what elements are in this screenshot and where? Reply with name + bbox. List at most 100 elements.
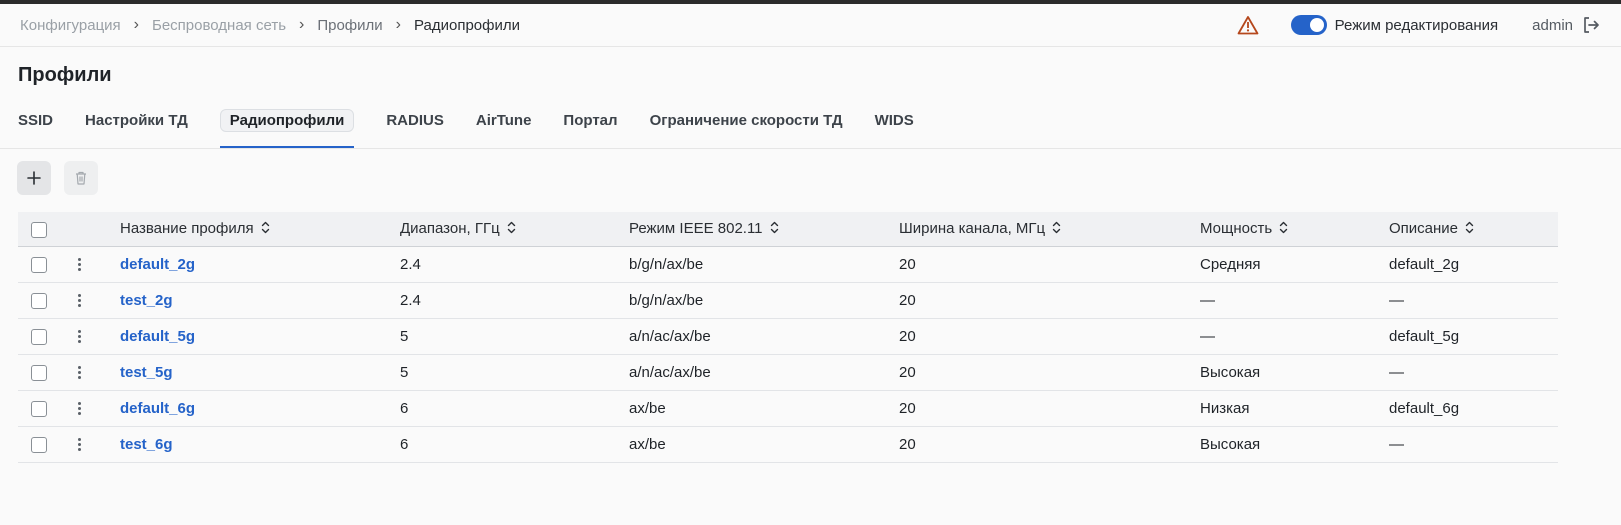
cell-power: Высокая bbox=[1200, 354, 1389, 391]
row-checkbox[interactable] bbox=[31, 401, 47, 418]
plus-icon bbox=[27, 171, 41, 185]
cell-band: 2.4 bbox=[400, 246, 629, 283]
sort-icon[interactable] bbox=[507, 221, 516, 238]
tab-portal[interactable]: Портал bbox=[563, 104, 617, 148]
column-header-label: Ширина канала, МГц bbox=[899, 220, 1046, 238]
row-checkbox-cell bbox=[18, 246, 74, 283]
sort-icon[interactable] bbox=[1279, 221, 1288, 238]
row-checkbox[interactable] bbox=[31, 365, 47, 382]
row-checkbox[interactable] bbox=[31, 437, 47, 454]
column-header-label: Описание bbox=[1389, 220, 1459, 238]
breadcrumb-item-profiles[interactable]: Профили bbox=[317, 17, 382, 34]
cell-mode: a/n/ac/ax/be bbox=[629, 354, 899, 391]
cell-width: 20 bbox=[899, 354, 1200, 391]
row-checkbox-cell bbox=[18, 282, 74, 319]
row-checkbox[interactable] bbox=[31, 329, 47, 346]
kebab-menu-icon[interactable] bbox=[78, 292, 81, 309]
cell-mode: ax/be bbox=[629, 390, 899, 427]
kebab-menu-icon[interactable] bbox=[78, 400, 81, 417]
cell-description: default_2g bbox=[1389, 246, 1558, 283]
profile-name-link[interactable]: default_6g bbox=[120, 400, 195, 417]
tab-wids[interactable]: WIDS bbox=[875, 104, 914, 148]
sort-icon[interactable] bbox=[261, 221, 270, 238]
cell-power: — bbox=[1200, 282, 1389, 319]
tab-label: AirTune bbox=[475, 112, 532, 129]
page-title: Профили bbox=[18, 64, 112, 86]
table-row[interactable]: default_5g 5 a/n/ac/ax/be 20 — default_5… bbox=[18, 318, 1558, 355]
cell-description: default_6g bbox=[1389, 390, 1558, 427]
row-actions-cell bbox=[74, 282, 120, 319]
add-button[interactable] bbox=[17, 161, 51, 195]
tab-radius[interactable]: RADIUS bbox=[386, 104, 444, 148]
breadcrumb-item-wireless[interactable]: Беспроводная сеть bbox=[152, 17, 286, 34]
sort-icon[interactable] bbox=[1465, 221, 1474, 238]
cell-description: — bbox=[1389, 426, 1558, 463]
table-row[interactable]: default_6g 6 ax/be 20 Низкая default_6g bbox=[18, 390, 1558, 427]
row-checkbox-cell bbox=[18, 354, 74, 391]
chevron-right-icon: › bbox=[133, 16, 139, 33]
kebab-menu-icon[interactable] bbox=[78, 436, 81, 453]
tab-ssid[interactable]: SSID bbox=[18, 104, 53, 148]
cell-name: test_2g bbox=[120, 282, 400, 319]
row-checkbox[interactable] bbox=[31, 257, 47, 274]
column-header-description[interactable]: Описание bbox=[1389, 212, 1558, 247]
tabs-divider bbox=[0, 148, 1621, 149]
select-all-checkbox[interactable] bbox=[31, 221, 47, 238]
table-row[interactable]: test_6g 6 ax/be 20 Высокая — bbox=[18, 426, 1558, 463]
tab-label: Ограничение скорости ТД bbox=[649, 112, 843, 129]
profile-name-link[interactable]: test_6g bbox=[120, 436, 173, 453]
cell-power: — bbox=[1200, 318, 1389, 355]
tab-label: Настройки ТД bbox=[85, 112, 188, 129]
profile-name-link[interactable]: default_5g bbox=[120, 328, 195, 345]
row-actions-cell bbox=[74, 318, 120, 355]
delete-button[interactable] bbox=[64, 161, 98, 195]
column-header-name[interactable]: Название профиля bbox=[120, 212, 400, 247]
column-header-mode[interactable]: Режим IEEE 802.11 bbox=[629, 212, 899, 247]
breadcrumb-item-current: Радиопрофили bbox=[414, 16, 520, 34]
row-checkbox[interactable] bbox=[31, 293, 47, 310]
breadcrumb-item-configuration[interactable]: Конфигурация bbox=[20, 17, 121, 34]
tab-radio-profiles[interactable]: Радиопрофили bbox=[219, 104, 355, 148]
sort-icon[interactable] bbox=[770, 221, 779, 238]
cell-mode: a/n/ac/ax/be bbox=[629, 318, 899, 355]
cell-mode: ax/be bbox=[629, 426, 899, 463]
row-actions-cell bbox=[74, 426, 120, 463]
row-actions-cell bbox=[74, 390, 120, 427]
table-row[interactable]: test_2g 2.4 b/g/n/ax/be 20 — — bbox=[18, 282, 1558, 319]
table-header-row: Название профиля Диапазон, ГГц Режим IEE… bbox=[18, 212, 1558, 247]
breadcrumb: Конфигурация › Беспроводная сеть › Профи… bbox=[20, 4, 520, 46]
user-name: admin bbox=[1532, 16, 1573, 34]
profile-name-link[interactable]: test_2g bbox=[120, 292, 173, 309]
kebab-menu-icon[interactable] bbox=[78, 328, 81, 345]
column-header-label: Диапазон, ГГц bbox=[400, 220, 500, 238]
warning-icon[interactable] bbox=[1237, 14, 1259, 36]
sort-icon[interactable] bbox=[1052, 221, 1061, 238]
tab-ap-rate-limit[interactable]: Ограничение скорости ТД bbox=[650, 104, 843, 148]
cell-band: 2.4 bbox=[400, 282, 629, 319]
tab-airtune[interactable]: AirTune bbox=[476, 104, 532, 148]
row-actions-cell bbox=[74, 354, 120, 391]
edit-mode-label: Режим редактирования bbox=[1334, 16, 1499, 34]
cell-width: 20 bbox=[899, 282, 1200, 319]
table-row[interactable]: default_2g 2.4 b/g/n/ax/be 20 Средняя de… bbox=[18, 246, 1558, 283]
kebab-menu-icon[interactable] bbox=[78, 364, 81, 381]
column-header-width[interactable]: Ширина канала, МГц bbox=[899, 212, 1200, 247]
column-header-power[interactable]: Мощность bbox=[1200, 212, 1389, 247]
cell-width: 20 bbox=[899, 390, 1200, 427]
cell-description: — bbox=[1389, 282, 1558, 319]
kebab-menu-icon[interactable] bbox=[78, 256, 81, 273]
cell-width: 20 bbox=[899, 246, 1200, 283]
tab-ap-settings[interactable]: Настройки ТД bbox=[85, 104, 188, 148]
logout-icon[interactable] bbox=[1581, 14, 1603, 36]
table-toolbar bbox=[17, 161, 111, 195]
edit-mode-toggle[interactable] bbox=[1290, 15, 1327, 35]
table-row[interactable]: test_5g 5 a/n/ac/ax/be 20 Высокая — bbox=[18, 354, 1558, 391]
cell-power: Средняя bbox=[1200, 246, 1389, 283]
profile-name-link[interactable]: default_2g bbox=[120, 256, 195, 273]
tab-label: Портал bbox=[563, 112, 618, 129]
chevron-right-icon: › bbox=[299, 16, 305, 33]
header-checkbox-cell bbox=[18, 212, 74, 247]
profile-name-link[interactable]: test_5g bbox=[120, 364, 173, 381]
column-header-band[interactable]: Диапазон, ГГц bbox=[400, 212, 629, 247]
cell-mode: b/g/n/ax/be bbox=[629, 282, 899, 319]
